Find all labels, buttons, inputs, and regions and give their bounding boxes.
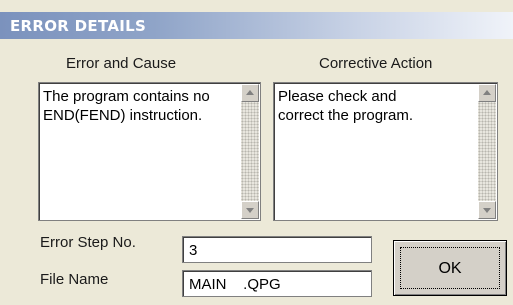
scroll-up-icon <box>483 90 491 95</box>
corrective-action-text: Please check and correct the program. <box>278 88 414 124</box>
error-step-label: Error Step No. <box>40 234 136 251</box>
scroll-up-button[interactable] <box>241 84 259 102</box>
file-name-field[interactable]: MAIN .QPG <box>182 270 372 297</box>
scroll-down-button[interactable] <box>478 201 496 219</box>
title-bar: ERROR DETAILS <box>0 12 513 39</box>
scroll-up-button[interactable] <box>478 84 496 102</box>
error-cause-textbox[interactable]: The program contains no END(FEND) instru… <box>38 82 261 221</box>
ok-button[interactable]: OK <box>393 240 507 296</box>
error-details-dialog: ERROR DETAILS Error and Cause Corrective… <box>0 0 513 305</box>
corrective-action-textbox[interactable]: Please check and correct the program. <box>273 82 498 221</box>
dialog-title: ERROR DETAILS <box>10 17 147 35</box>
scroll-up-icon <box>246 90 254 95</box>
error-cause-header: Error and Cause <box>66 55 177 72</box>
ok-button-label: OK <box>438 260 462 277</box>
scroll-down-icon <box>246 208 254 213</box>
file-name-label: File Name <box>40 271 109 288</box>
error-cause-scrollbar[interactable] <box>241 84 259 219</box>
error-cause-text: The program contains no END(FEND) instru… <box>43 88 210 124</box>
scroll-down-icon <box>483 208 491 213</box>
error-step-field[interactable]: 3 <box>182 236 372 263</box>
corrective-action-scrollbar[interactable] <box>478 84 496 219</box>
scroll-down-button[interactable] <box>241 201 259 219</box>
corrective-action-header: Corrective Action <box>319 55 433 72</box>
